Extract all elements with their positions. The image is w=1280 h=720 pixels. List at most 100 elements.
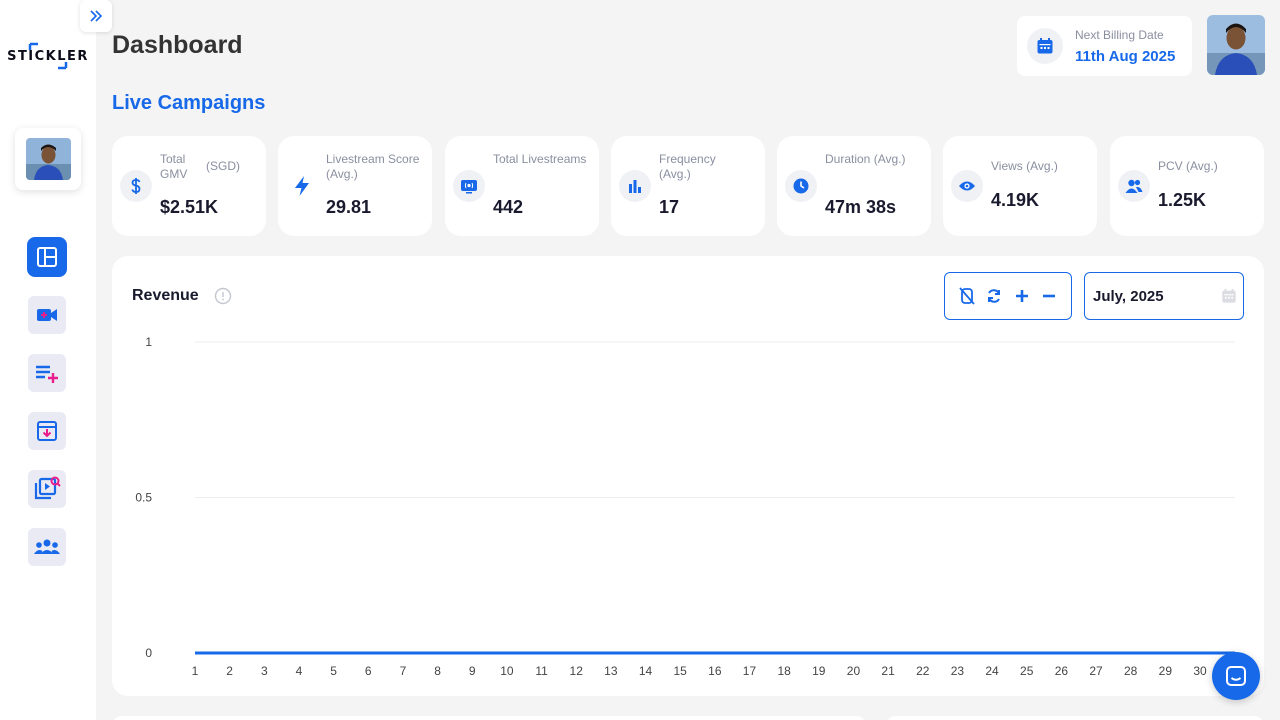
stat-label: Livestream Score (Avg.) [326, 152, 420, 181]
x-tick-label: 21 [881, 664, 895, 678]
x-tick-label: 17 [743, 664, 757, 678]
nav-item-add-video[interactable] [28, 296, 66, 334]
sidebar: STICKLER [0, 0, 96, 720]
billing-label: Next Billing Date [1075, 27, 1164, 42]
nav-item-team[interactable] [28, 528, 66, 566]
playlist-add-icon [36, 365, 58, 383]
x-tick-label: 22 [916, 664, 930, 678]
x-tick-label: 12 [570, 664, 584, 678]
avatar [25, 138, 71, 180]
stat-label: Duration (Avg.) [825, 152, 906, 166]
x-tick-label: 5 [330, 664, 337, 678]
hand-off-icon [959, 287, 975, 305]
chat-icon [1226, 666, 1246, 686]
video-add-icon [37, 309, 57, 321]
users-icon [1118, 170, 1150, 202]
chart-toolbar [944, 272, 1072, 320]
stat-card-views: Views (Avg.) 4.19K [943, 136, 1097, 236]
sidebar-profile[interactable] [15, 128, 81, 190]
logo-text: STICKLER [7, 48, 89, 64]
clock-icon [785, 170, 817, 202]
dashboard-icon [37, 247, 57, 267]
x-tick-label: 19 [812, 664, 826, 678]
x-tick-label: 8 [434, 664, 441, 678]
archive-download-icon [37, 421, 57, 441]
bar-chart-icon [619, 170, 651, 202]
section-title: Live Campaigns [112, 92, 266, 114]
stat-label: Total GMV [160, 152, 188, 181]
zoom-out-button[interactable] [1038, 285, 1060, 307]
x-tick-label: 14 [639, 664, 653, 678]
team-icon [34, 539, 60, 554]
calendar-icon [1222, 288, 1236, 303]
x-tick-label: 27 [1089, 664, 1103, 678]
stat-label-suffix: (SGD) [206, 159, 240, 173]
nav-item-dashboard[interactable] [27, 237, 67, 277]
stat-value: 17 [659, 197, 680, 217]
x-tick-label: 1 [192, 664, 199, 678]
billing-date: 11th Aug 2025 [1075, 47, 1176, 65]
sidebar-toggle-button[interactable] [80, 0, 112, 32]
x-tick-label: 16 [708, 664, 722, 678]
x-tick-label: 29 [1159, 664, 1173, 678]
x-tick-label: 20 [847, 664, 861, 678]
bottom-panel-left [112, 716, 866, 720]
library-search-icon [34, 476, 61, 500]
dollar-icon [120, 170, 152, 202]
reset-zoom-button[interactable] [983, 285, 1005, 307]
info-icon[interactable] [214, 287, 232, 305]
nav-item-playlist-add[interactable] [28, 354, 66, 392]
stat-card-frequency: Frequency (Avg.) 17 [611, 136, 765, 236]
stat-card-total-livestreams: Total Livestreams 442 [445, 136, 599, 236]
x-tick-label: 23 [951, 664, 965, 678]
minus-icon [1043, 294, 1056, 298]
month-value: July, 2025 [1093, 287, 1164, 305]
stat-value: 29.81 [326, 197, 372, 217]
stat-card-pcv: PCV (Avg.) 1.25K [1110, 136, 1264, 236]
x-tick-label: 2 [226, 664, 233, 678]
eye-icon [951, 170, 983, 202]
x-tick-label: 13 [604, 664, 618, 678]
user-avatar[interactable] [1207, 15, 1265, 75]
y-tick-label: 1 [145, 335, 152, 349]
stat-value: 442 [493, 197, 524, 217]
stat-label: PCV (Avg.) [1158, 159, 1218, 173]
y-tick-label: 0.5 [135, 491, 152, 505]
refresh-icon [988, 289, 1001, 303]
stat-value: $2.51K [160, 197, 219, 217]
x-tick-label: 7 [400, 664, 407, 678]
stat-card-livestream-score: Livestream Score (Avg.) 29.81 [278, 136, 432, 236]
live-tv-icon [453, 170, 485, 202]
billing-card: Next Billing Date 11th Aug 2025 [1017, 16, 1192, 76]
zoom-in-button[interactable] [1011, 285, 1033, 307]
stat-card-duration: Duration (Avg.) 47m 38s [777, 136, 931, 236]
revenue-chart: 00.511 2 3 4 5 6 7 8 9 10 11 12 13 14 15 16 17 18 19 20 21 22… [135, 335, 1235, 678]
stat-card-total-gmv: Total GMV (SGD) $2.51K [112, 136, 266, 236]
bottom-panel-right [886, 716, 1264, 720]
x-tick-label: 11 [535, 664, 548, 678]
nav-item-archive[interactable] [28, 412, 66, 450]
y-tick-label: 0 [145, 646, 152, 660]
revenue-panel: 0 0.5 1 1 2 3 4 5 6 7 8 9 10 11 12 13 14 15 16 17 18 19 20 21 22… [112, 256, 1264, 696]
x-tick-label: 15 [673, 664, 687, 678]
chat-launcher-button[interactable] [1212, 652, 1260, 700]
stat-label: Frequency (Avg.) [659, 152, 716, 181]
x-tick-label: 4 [296, 664, 303, 678]
x-tick-label: 26 [1055, 664, 1069, 678]
x-tick-label: 24 [985, 664, 999, 678]
revenue-title: Revenue [132, 287, 199, 304]
month-picker[interactable]: July, 2025 [1084, 272, 1244, 320]
calendar-icon [1027, 28, 1063, 64]
lightning-icon [286, 170, 318, 202]
x-tick-label: 30 [1193, 664, 1207, 678]
page-title: Dashboard [112, 31, 243, 59]
x-tick-label: 25 [1020, 664, 1034, 678]
nav-item-library-search[interactable] [28, 470, 66, 508]
x-tick-label: 18 [777, 664, 791, 678]
stat-label: Views (Avg.) [991, 159, 1058, 173]
stickler-logo[interactable]: STICKLER [7, 42, 89, 70]
stat-label: Total Livestreams [493, 152, 587, 166]
stat-value: 1.25K [1158, 190, 1207, 210]
pan-off-button[interactable] [956, 285, 978, 307]
chevron-double-right-icon [90, 10, 103, 22]
